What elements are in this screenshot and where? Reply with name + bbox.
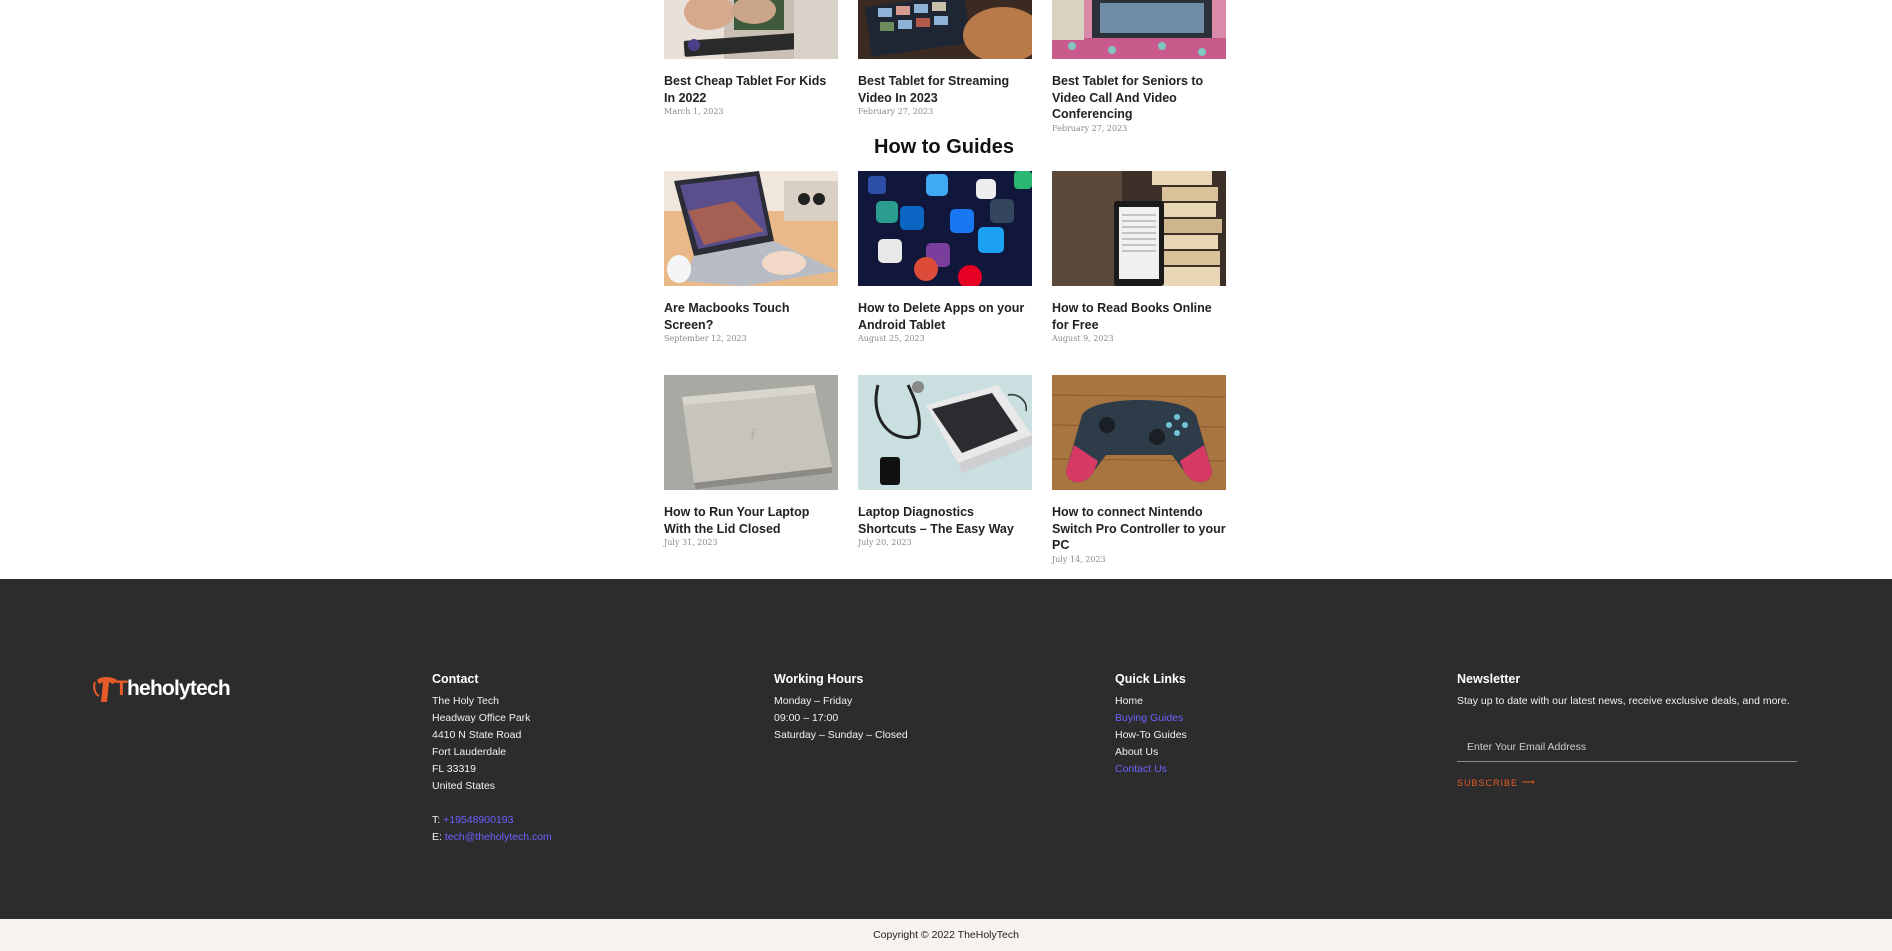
quick-links-heading: Quick Links [1115,672,1186,686]
article-card[interactable]: How to Delete Apps on your Android Table… [858,171,1032,343]
email-prefix: E: [432,831,442,843]
subscribe-button[interactable]: SUBSCRIBE ⟶ [1457,777,1536,788]
arrow-right-icon: ⟶ [1522,777,1536,787]
article-card[interactable]: Best Tablet for Seniors to Video Call An… [1052,0,1226,133]
phone-link[interactable]: +19548900193 [443,814,513,826]
phone-prefix: T: [432,814,441,826]
subscribe-label: SUBSCRIBE [1457,777,1519,788]
laptop-lid-thumbnail[interactable]: f [664,375,838,490]
article-date: February 27, 2023 [1052,123,1128,133]
hours-heading: Working Hours [774,672,864,686]
seniors-tablet-thumbnail[interactable] [1052,0,1226,59]
email-link[interactable]: tech@theholytech.com [445,831,552,843]
article-title[interactable]: How to Read Books Online for Free [1052,300,1226,333]
contact-line: FL 33319 [432,763,476,775]
article-date: February 27, 2023 [858,107,934,116]
article-date: August 9, 2023 [1052,334,1114,343]
contact-line: 4410 N State Road [432,729,522,741]
article-date: July 14, 2023 [1052,554,1106,564]
svg-text:f: f [750,426,756,445]
macbook-thumbnail[interactable] [664,171,838,286]
article-card[interactable]: Laptop Diagnostics Shortcuts – The Easy … [858,375,1032,547]
quick-links-column: Quick Links Home Buying Guides How-To Gu… [1115,672,1187,778]
article-title[interactable]: Best Cheap Tablet For Kids In 2022 [664,73,838,106]
site-logo[interactable]: Theholytech [93,674,231,704]
email-line: E: tech@theholytech.com [432,829,552,846]
contact-line: Fort Lauderdale [432,746,507,758]
newsletter-text: Stay up to date with our latest news, re… [1457,695,1790,707]
site-footer: Theholytech Contact The Holy Tech Headwa… [0,579,1892,919]
footer-link-how-to-guides[interactable]: How-To Guides [1115,727,1187,744]
section-title: How to Guides [874,136,1014,158]
article-title[interactable]: How to Delete Apps on your Android Table… [858,300,1032,333]
footer-link-contact-us[interactable]: Contact Us [1115,761,1187,778]
contact-heading: Contact [432,672,479,686]
newsletter-heading: Newsletter [1457,672,1521,686]
article-title[interactable]: How to connect Nintendo Switch Pro Contr… [1052,504,1226,554]
article-title[interactable]: Laptop Diagnostics Shortcuts – The Easy … [858,504,1032,537]
hours-line: Monday – Friday [774,695,853,707]
hours-line: 09:00 – 17:00 [774,712,839,724]
article-title[interactable]: Are Macbooks Touch Screen? [664,300,838,333]
article-date: July 20, 2023 [858,538,912,547]
hours-column: Working Hours Monday – Friday 09:00 – 17… [774,672,908,744]
contact-line: Headway Office Park [432,712,531,724]
android-apps-thumbnail[interactable] [858,171,1032,286]
contact-line: The Holy Tech [432,695,499,707]
footer-link-buying-guides[interactable]: Buying Guides [1115,710,1187,727]
main-content: Best Cheap Tablet For Kids In 2022 March… [0,0,1892,579]
article-card[interactable]: f How to Run Your Laptop With the Lid Cl… [664,375,838,547]
contact-line: United States [432,780,496,792]
copyright-text: Copyright © 2022 TheHolyTech [873,929,1019,941]
newsletter-column: Newsletter Stay up to date with our late… [1457,672,1790,710]
contact-column: Contact The Holy Tech Headway Office Par… [432,672,552,846]
article-card[interactable]: How to connect Nintendo Switch Pro Contr… [1052,375,1226,564]
kids-tablet-thumbnail[interactable] [664,0,838,59]
switch-controller-thumbnail[interactable] [1052,375,1226,490]
article-title[interactable]: Best Tablet for Streaming Video In 2023 [858,73,1032,106]
email-field[interactable] [1467,741,1787,753]
article-date: July 31, 2023 [664,538,718,547]
laptop-diagnostics-thumbnail[interactable] [858,375,1032,490]
footer-link-home[interactable]: Home [1115,693,1187,710]
read-books-thumbnail[interactable] [1052,171,1226,286]
hours-line: Saturday – Sunday – Closed [774,729,908,741]
article-card[interactable]: Best Cheap Tablet For Kids In 2022 March… [664,0,838,116]
phone-line: T: +19548900193 [432,812,552,829]
article-title[interactable]: Best Tablet for Seniors to Video Call An… [1052,73,1226,123]
article-card[interactable]: Are Macbooks Touch Screen? September 12,… [664,171,838,343]
logo-letter: T [115,677,128,700]
footer-link-about-us[interactable]: About Us [1115,744,1187,761]
article-date: August 25, 2023 [858,334,925,343]
article-date: March 1, 2023 [664,107,724,116]
article-card[interactable]: How to Read Books Online for Free August… [1052,171,1226,343]
article-title[interactable]: How to Run Your Laptop With the Lid Clos… [664,504,838,537]
copyright-bar: Copyright © 2022 TheHolyTech [0,919,1892,951]
logo-text: Theholytech [115,677,231,700]
article-date: September 12, 2023 [664,334,747,343]
email-field-wrapper [1457,734,1797,762]
article-card[interactable]: Best Tablet for Streaming Video In 2023 … [858,0,1032,116]
streaming-tablet-thumbnail[interactable] [858,0,1032,59]
